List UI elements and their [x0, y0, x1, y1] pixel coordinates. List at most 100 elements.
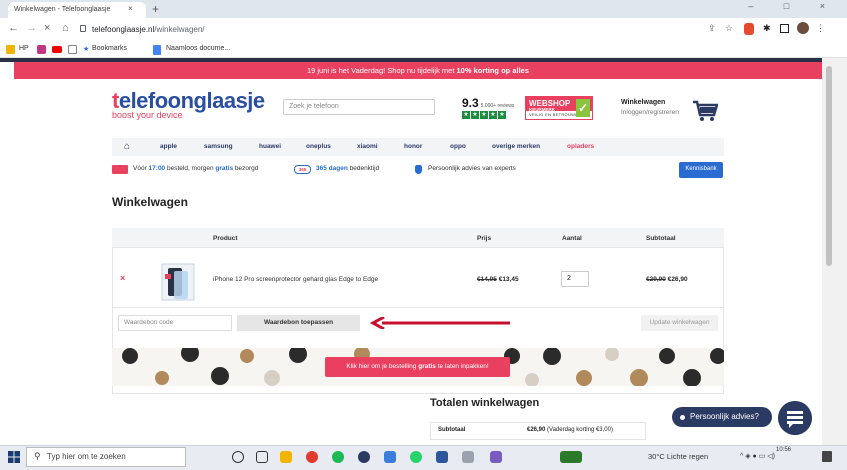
edge-icon[interactable]: [384, 451, 396, 463]
webshop-keurmerk-badge[interactable]: WEBSHOP KEURMERK VEILIG EN BETROUWBAAR ✓: [525, 96, 593, 120]
header-cart-title[interactable]: Winkelwagen: [621, 99, 665, 106]
back-icon[interactable]: ←: [8, 22, 19, 34]
review-rating[interactable]: 9.3 5.000+ reviews ★ ★ ★ ★ ★: [462, 96, 514, 119]
old-subtotal: €29,90: [646, 276, 666, 283]
promo-banner[interactable]: 19 juni is het Vaderdag! Shop nu tijdeli…: [14, 62, 822, 79]
chat-bubble-icon[interactable]: [778, 401, 812, 435]
search-input[interactable]: Zoek je telefoon: [283, 99, 435, 115]
nav-item-overige-merken[interactable]: overige merken: [492, 143, 540, 150]
keurmerk-mid: KEURMERK: [529, 107, 556, 112]
youtube-icon[interactable]: [52, 46, 62, 53]
sidepanel-icon[interactable]: [780, 24, 789, 33]
url-path: /winkelwagen/: [154, 25, 205, 34]
home-icon[interactable]: ⌂: [62, 22, 69, 34]
nav-item-oppo[interactable]: oppo: [450, 143, 466, 150]
bookmarks-star-icon: ★: [83, 46, 90, 53]
running-app-icon[interactable]: [560, 451, 582, 463]
file-explorer-icon[interactable]: [280, 451, 292, 463]
app-icon[interactable]: [490, 451, 502, 463]
nav-home-icon[interactable]: ⌂: [124, 141, 130, 152]
instagram-icon[interactable]: [37, 45, 46, 54]
bookmark-naamloos-document[interactable]: Naamloos docume...: [166, 45, 230, 52]
nav-item-huawei[interactable]: huawei: [259, 143, 281, 150]
category-nav: ⌂ apple samsung huawei oneplus xiaomi ho…: [112, 138, 724, 156]
rating-stars: ★ ★ ★ ★ ★: [462, 111, 514, 119]
new-price: €13,45: [498, 276, 519, 283]
steam-icon[interactable]: [358, 451, 370, 463]
nav-item-opladers[interactable]: opladers: [567, 143, 594, 150]
site-logo[interactable]: telefoonglaasje boost your device: [112, 88, 265, 120]
quantity-input[interactable]: 2: [561, 271, 589, 287]
usp-returns: 365 dagen bedenktijd: [316, 165, 380, 172]
window-controls[interactable]: – □ ×: [748, 1, 839, 11]
web-page: 19 juni is het Vaderdag! Shop nu tijdeli…: [0, 58, 822, 445]
apps-icon[interactable]: [6, 45, 15, 54]
usp-delivery: Vóór 17:00 besteld, morgen gratis bezorg…: [133, 165, 259, 172]
url-field[interactable]: telefoonglaasje.nl/winkelwagen/: [92, 22, 792, 38]
profile-avatar[interactable]: [797, 22, 809, 34]
promo-highlight: 10% korting op alles: [456, 66, 530, 75]
rating-score: 9.3: [462, 96, 479, 110]
remove-item-icon[interactable]: ×: [120, 273, 125, 283]
word-icon[interactable]: [436, 451, 448, 463]
cart-table-header: Product Prijs Aantal Subtotaal: [112, 228, 724, 248]
update-cart-button[interactable]: Update winkelwagen: [641, 315, 718, 331]
nav-item-oneplus[interactable]: oneplus: [306, 143, 331, 150]
taskbar-search-input[interactable]: Typ hier om te zoeken: [26, 447, 186, 467]
new-tab-button[interactable]: +: [152, 2, 159, 16]
weather-widget[interactable]: 30°C Lichte regen: [648, 452, 708, 461]
gift-bold: gratis: [418, 363, 436, 370]
star-icon[interactable]: ☆: [725, 23, 733, 34]
bookmark-bookmarks[interactable]: Bookmarks: [92, 45, 127, 52]
lock-icon[interactable]: [80, 25, 86, 32]
browser-tab[interactable]: Winkelwagen - Telefoonglaasje: [8, 2, 146, 18]
product-price: €14,95 €13,45: [477, 276, 519, 283]
product-thumbnail[interactable]: [160, 262, 196, 302]
product-name-link[interactable]: iPhone 12 Pro screenprotector gehard gla…: [213, 276, 378, 283]
scrollbar-thumb[interactable]: [826, 66, 832, 266]
bookmark-page-icon[interactable]: [68, 45, 77, 54]
extensions-puzzle-icon[interactable]: ✱: [763, 23, 771, 34]
shopping-cart-icon[interactable]: [692, 100, 718, 122]
spotify-icon[interactable]: [332, 451, 344, 463]
google-docs-icon[interactable]: [153, 45, 161, 55]
stop-reload-icon[interactable]: ×: [44, 22, 50, 34]
cortana-icon[interactable]: [232, 451, 244, 463]
taskbar-clock[interactable]: 10:56: [776, 447, 791, 453]
forward-icon[interactable]: →: [26, 22, 37, 34]
totals-subtotal-label: Subtotaal: [438, 427, 466, 433]
whatsapp-icon[interactable]: [410, 451, 422, 463]
th-qty: Aantal: [562, 235, 582, 242]
tab-title: Winkelwagen - Telefoonglaasje: [14, 6, 111, 13]
nav-item-xiaomi[interactable]: xiaomi: [357, 143, 378, 150]
address-bar-row: ← → × ⌂ telefoonglaasje.nl/winkelwagen/ …: [0, 18, 847, 42]
nav-item-apple[interactable]: apple: [160, 143, 177, 150]
kennisbank-button[interactable]: Kennisbank: [679, 162, 723, 178]
task-view-icon[interactable]: [256, 451, 268, 463]
usp-advice: Persoonlijk advies van experts: [428, 165, 516, 172]
menu-kebab-icon[interactable]: ⋮: [816, 23, 825, 34]
delivery-truck-icon: [112, 165, 128, 174]
chrome-icon[interactable]: [306, 451, 318, 463]
share-icon[interactable]: ⇪: [708, 23, 716, 34]
bookmark-hp[interactable]: HP: [19, 45, 29, 52]
tray-icons[interactable]: ^ ◈ ● ▭ ◁): [740, 452, 775, 460]
mail-icon[interactable]: [462, 451, 474, 463]
nav-item-samsung[interactable]: samsung: [204, 143, 233, 150]
chat-advice-button[interactable]: Persoonlijk advies?: [672, 407, 772, 427]
notification-icon[interactable]: [822, 451, 832, 462]
gift-wrap-button[interactable]: Klik hier om je bestelling gratis te lat…: [325, 357, 510, 377]
gift-text-after: te laten inpakken!: [435, 363, 489, 370]
shield-icon: [415, 165, 422, 174]
promo-text: 19 juni is het Vaderdag! Shop nu tijdeli…: [306, 66, 457, 75]
header-login-link[interactable]: Inloggen/registreren: [621, 109, 679, 116]
star-icon: ★: [471, 111, 479, 119]
windows-start-icon[interactable]: [8, 451, 20, 463]
extension-brave-icon[interactable]: [744, 23, 754, 35]
apply-coupon-button[interactable]: Waardebon toepassen: [237, 315, 360, 331]
star-icon: ★: [498, 111, 506, 119]
new-subtotal: €26,90: [667, 276, 688, 283]
coupon-code-input[interactable]: Waardebon code: [118, 315, 232, 331]
nav-item-honor[interactable]: honor: [404, 143, 422, 150]
tab-close-icon[interactable]: ×: [128, 4, 133, 13]
